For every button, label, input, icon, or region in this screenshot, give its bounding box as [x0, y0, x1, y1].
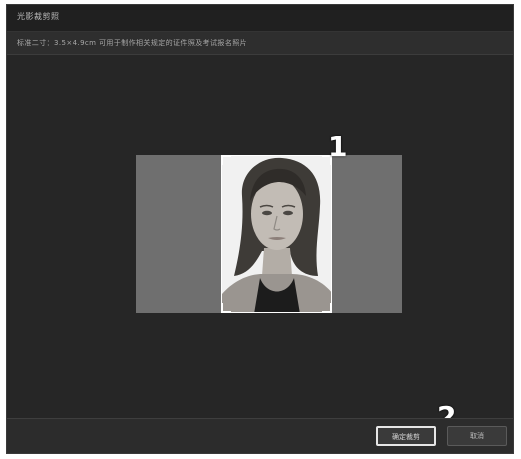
size-info-text: 标准二寸：3.5×4.9cm 可用于制作相关规定的证件照及考试报名照片: [17, 39, 248, 47]
crop-frame[interactable]: [221, 155, 332, 313]
portrait-photo: [222, 156, 331, 312]
dialog-titlebar: 光影裁剪照: [7, 5, 513, 32]
dialog-title: 光影裁剪照: [17, 12, 60, 21]
cancel-button[interactable]: 取消: [447, 426, 507, 446]
crop-handle-top-left[interactable]: [222, 156, 231, 165]
callout-marker-1: 1: [328, 130, 348, 163]
crop-canvas: 1 2: [7, 55, 513, 433]
dialog-footer: 确定裁剪 取消: [7, 418, 513, 453]
crop-handle-bottom-left[interactable]: [222, 303, 231, 312]
info-bar: 标准二寸：3.5×4.9cm 可用于制作相关规定的证件照及考试报名照片: [7, 32, 513, 55]
confirm-crop-button[interactable]: 确定裁剪: [376, 426, 436, 446]
crop-handle-bottom-right[interactable]: [322, 303, 331, 312]
crop-dialog: 光影裁剪照 标准二寸：3.5×4.9cm 可用于制作相关规定的证件照及考试报名照…: [6, 4, 514, 454]
